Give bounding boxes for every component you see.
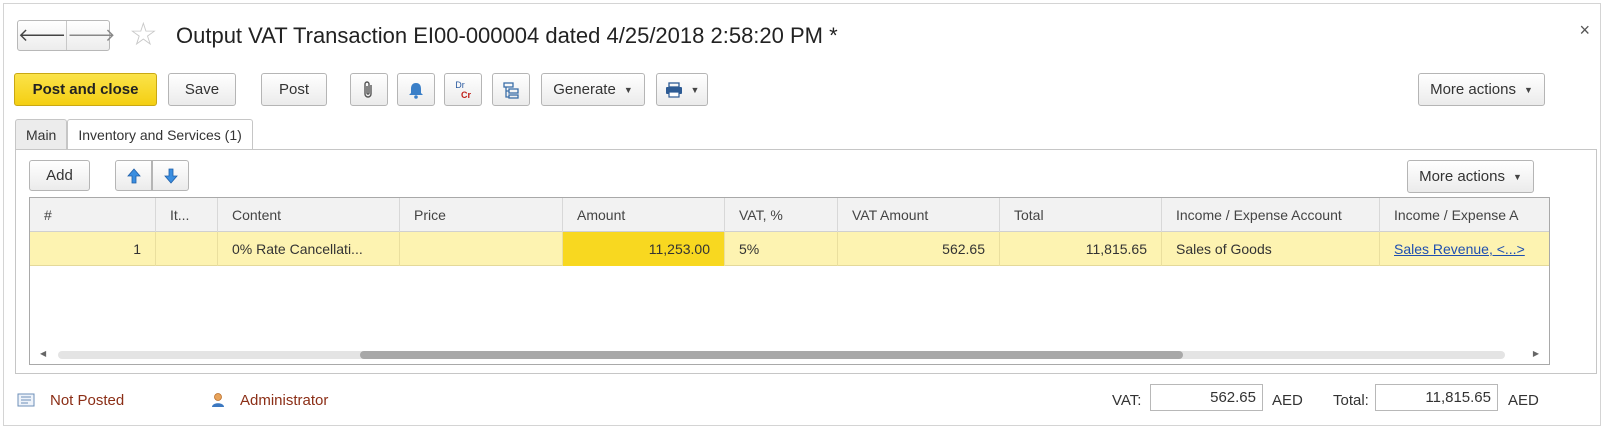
cell-account[interactable]: Sales of Goods [1162, 232, 1380, 266]
document-icon [17, 393, 35, 407]
favorite-star-icon[interactable]: ☆ [129, 18, 158, 50]
generate-label: Generate [553, 81, 616, 98]
column-header-total[interactable]: Total [1000, 198, 1162, 232]
inventory-table: # It... Content Price Amount VAT, % VAT … [29, 197, 1550, 365]
debit-label: Dr [455, 79, 465, 90]
vat-currency: AED [1272, 391, 1303, 409]
column-header-vat-amount[interactable]: VAT Amount [838, 198, 1000, 232]
vat-label: VAT: [1112, 391, 1142, 409]
arrow-up-icon [126, 167, 141, 183]
document-window: 🡐 🡒 ☆ Output VAT Transaction EI00-000004… [3, 3, 1601, 426]
tab-bar: Main Inventory and Services (1) [15, 119, 253, 150]
bell-icon [409, 82, 423, 99]
chevron-down-icon: ▼ [690, 84, 700, 95]
user-icon [212, 393, 224, 407]
column-header-content[interactable]: Content [218, 198, 400, 232]
chevron-down-icon: ▼ [623, 84, 633, 95]
column-header-item[interactable]: It... [156, 198, 218, 232]
cell-price[interactable] [400, 232, 563, 266]
column-header-number[interactable]: # [30, 198, 156, 232]
structure-button[interactable] [492, 73, 530, 106]
column-header-price[interactable]: Price [400, 198, 563, 232]
tab-main[interactable]: Main [15, 119, 68, 149]
cell-vat-amount[interactable]: 562.65 [838, 232, 1000, 266]
column-header-account-2[interactable]: Income / Expense A [1380, 198, 1540, 232]
scroll-thumb[interactable] [360, 351, 1183, 359]
post-and-close-button[interactable]: Post and close [14, 73, 157, 106]
scroll-track[interactable] [58, 351, 1505, 359]
add-button[interactable]: Add [29, 160, 90, 191]
save-button[interactable]: Save [168, 73, 236, 106]
table-row[interactable]: 1 0% Rate Cancellati... 11,253.00 5% 562… [30, 232, 1549, 266]
back-arrow-icon[interactable]: 🡐 [18, 21, 66, 50]
cell-account-2[interactable]: Sales Revenue, <...> [1380, 232, 1540, 266]
post-button[interactable]: Post [261, 73, 327, 106]
table-more-actions-label: More actions [1419, 168, 1505, 185]
cell-item[interactable] [156, 232, 218, 266]
page-title: Output VAT Transaction EI00-000004 dated… [176, 23, 838, 48]
hierarchy-icon [503, 81, 519, 99]
more-actions-dropdown[interactable]: More actions ▼ [1418, 73, 1545, 106]
dr-cr-button[interactable]: Dr Cr [444, 73, 482, 106]
generate-dropdown[interactable]: Generate ▼ [541, 73, 645, 106]
table-header: # It... Content Price Amount VAT, % VAT … [30, 198, 1549, 232]
cell-number[interactable]: 1 [30, 232, 156, 266]
move-up-button[interactable] [115, 160, 152, 191]
chevron-down-icon: ▼ [1512, 171, 1522, 182]
grand-total-field[interactable]: 11,815.65 [1375, 384, 1498, 411]
cell-vat-rate[interactable]: 5% [725, 232, 838, 266]
paperclip-icon [364, 80, 372, 98]
attach-button[interactable] [350, 73, 388, 106]
inventory-panel: Add More actions ▼ # It... Content Price … [15, 149, 1597, 374]
scroll-right-icon[interactable]: ▶ [1533, 349, 1539, 358]
chevron-down-icon: ▼ [1523, 84, 1533, 95]
cell-content[interactable]: 0% Rate Cancellati... [218, 232, 400, 266]
print-dropdown[interactable]: ▼ [656, 73, 708, 106]
scroll-left-icon[interactable]: ◀ [40, 349, 46, 358]
cell-total[interactable]: 11,815.65 [1000, 232, 1162, 266]
history-nav: 🡐 🡒 [17, 20, 116, 51]
total-label: Total: [1333, 391, 1369, 409]
close-icon[interactable]: × [1579, 20, 1590, 41]
author-name[interactable]: Administrator [240, 392, 328, 409]
column-header-account[interactable]: Income / Expense Account [1162, 198, 1380, 232]
total-currency: AED [1508, 391, 1539, 409]
author: Administrator [211, 388, 328, 412]
printer-icon [665, 81, 682, 98]
posting-status: Not Posted [17, 388, 124, 412]
credit-label: Cr [460, 89, 471, 100]
column-header-vat-rate[interactable]: VAT, % [725, 198, 838, 232]
more-actions-label: More actions [1430, 81, 1516, 98]
cell-amount[interactable]: 11,253.00 [563, 232, 725, 266]
vat-total-field[interactable]: 562.65 [1150, 384, 1263, 411]
reminder-button[interactable] [397, 73, 435, 106]
tab-inventory-and-services[interactable]: Inventory and Services (1) [67, 119, 253, 150]
status-text: Not Posted [50, 391, 125, 409]
column-header-amount[interactable]: Amount [563, 198, 725, 232]
horizontal-scrollbar[interactable]: ◀ ▶ [30, 346, 1549, 364]
forward-arrow-icon[interactable]: 🡒 [66, 21, 116, 50]
account-link[interactable]: Sales Revenue, <...> [1394, 241, 1525, 257]
table-more-actions-dropdown[interactable]: More actions ▼ [1407, 160, 1534, 193]
move-down-button[interactable] [152, 160, 189, 191]
arrow-down-icon [163, 168, 178, 184]
